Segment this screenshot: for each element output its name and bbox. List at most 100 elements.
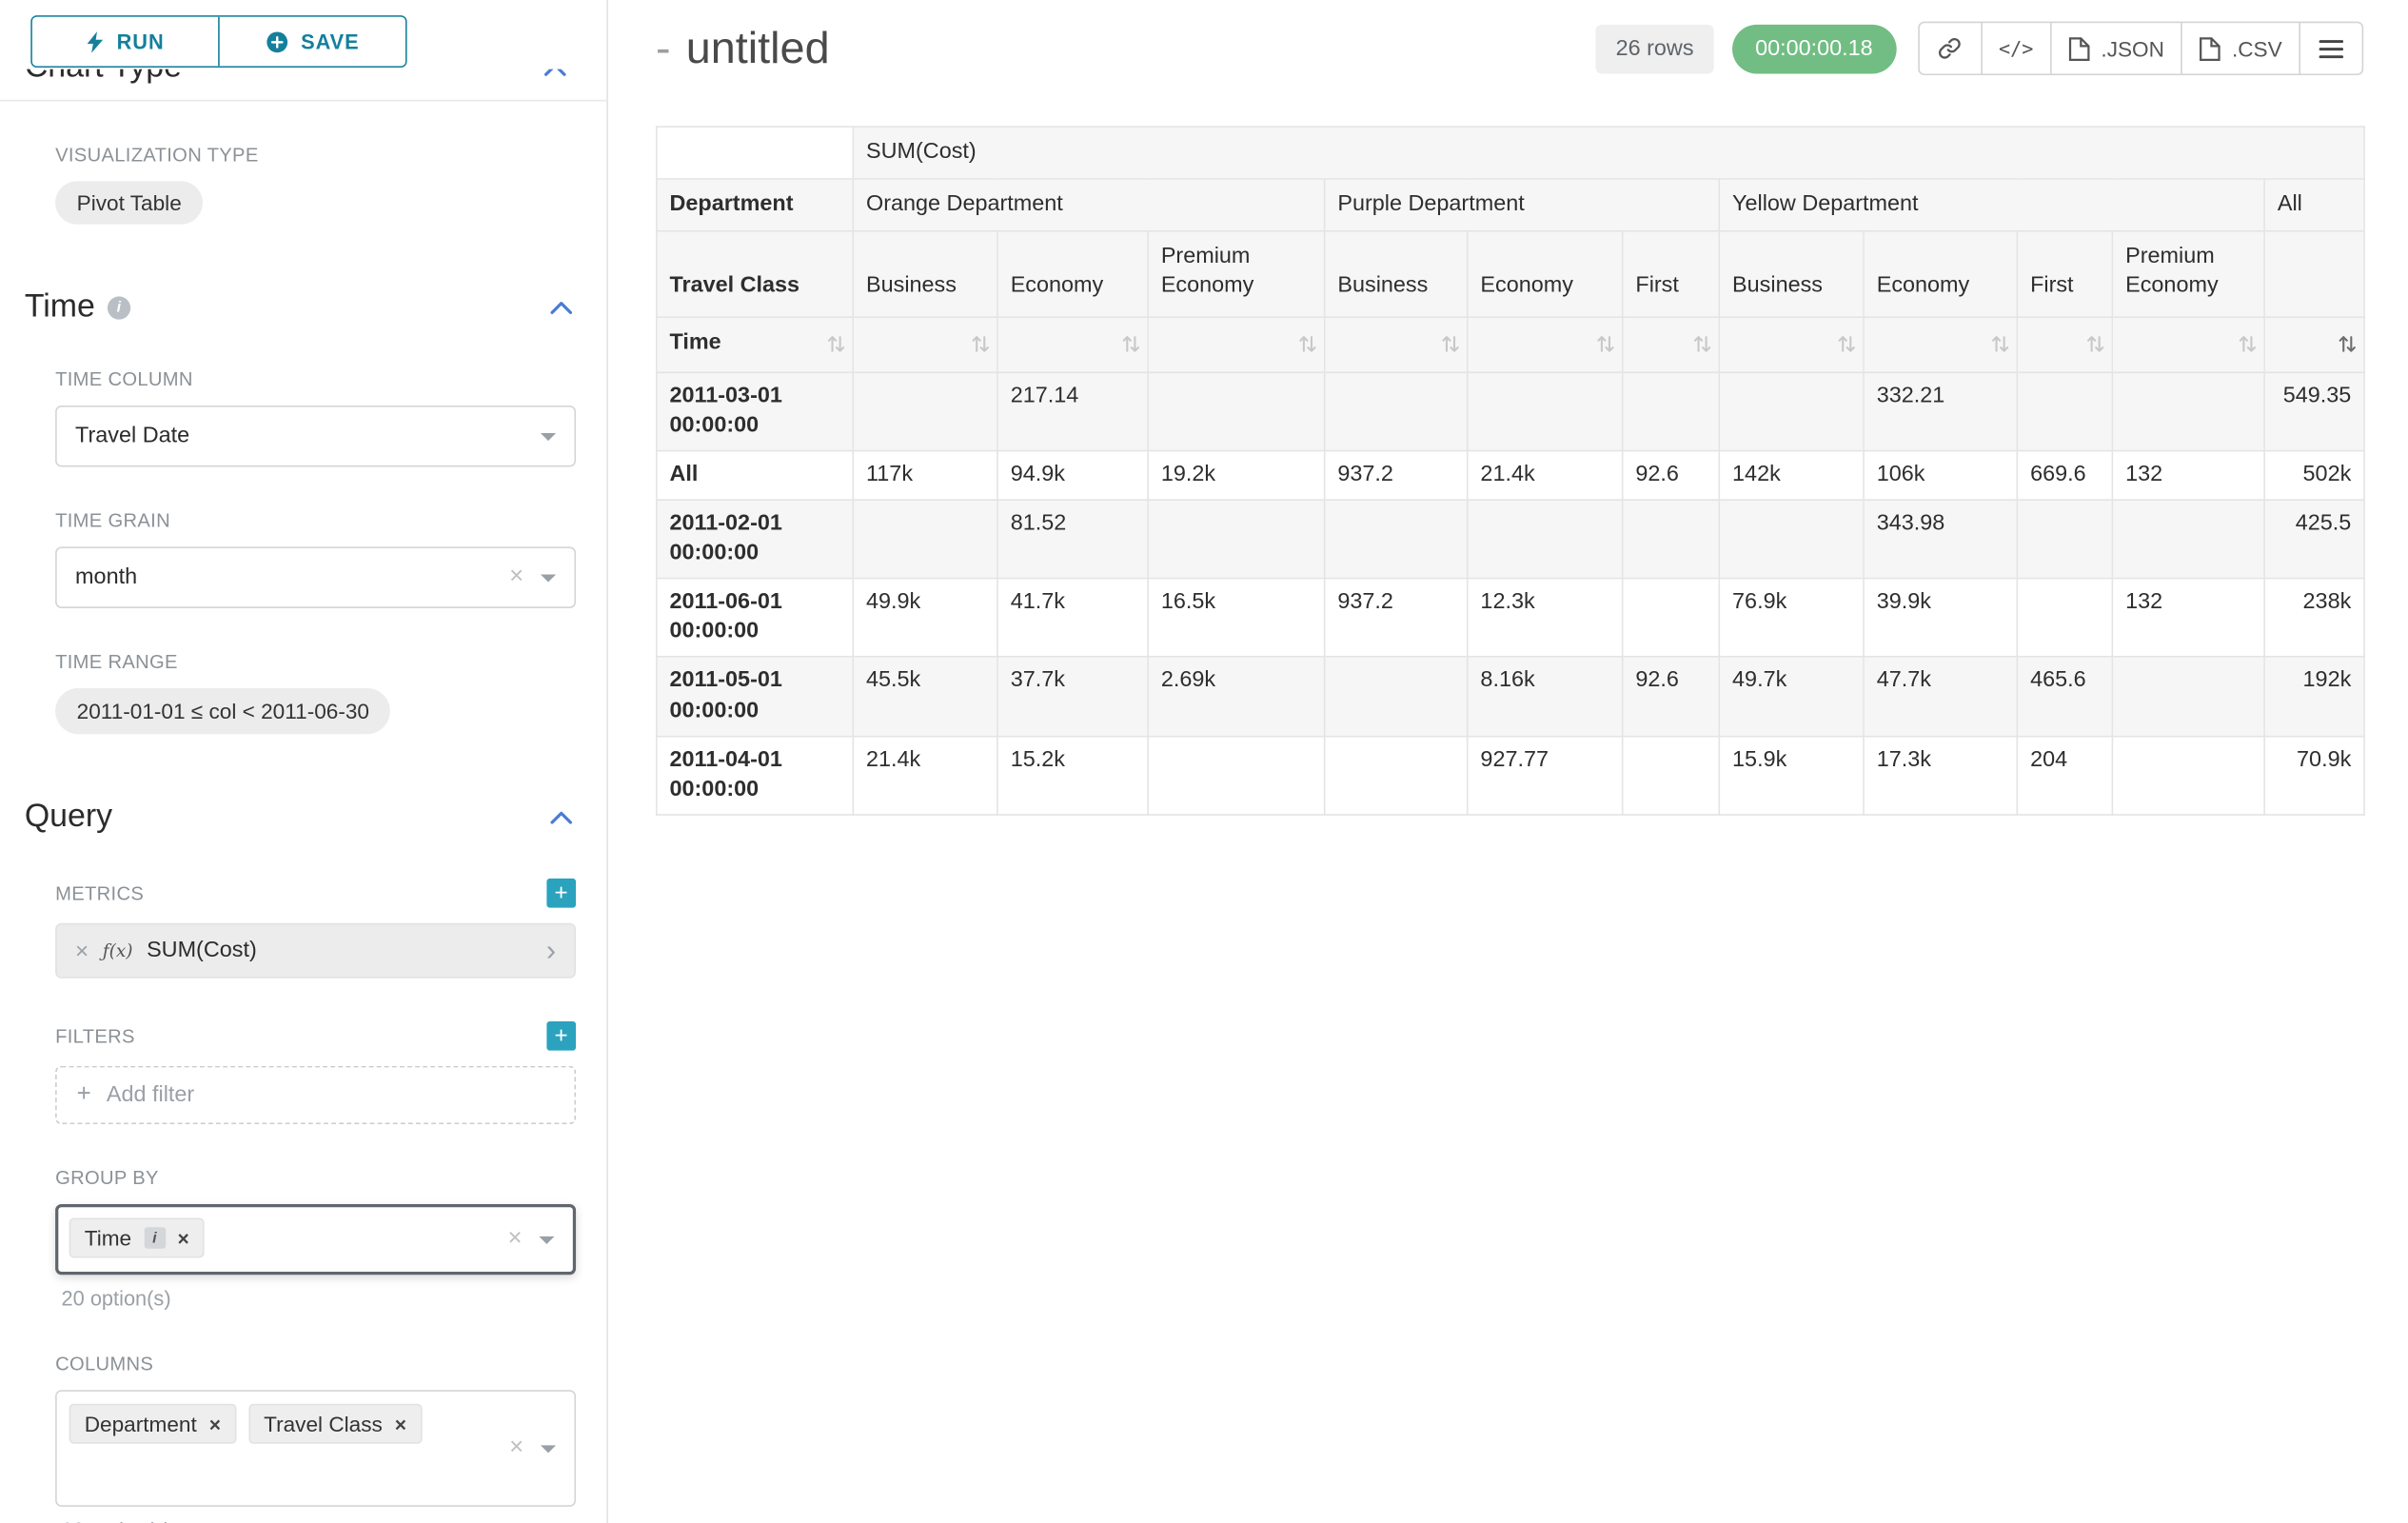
sort-icon[interactable] <box>1990 334 2010 354</box>
value-cell: 39.9k <box>1864 579 2017 658</box>
row-dimension-header[interactable]: Time <box>657 316 854 371</box>
value-cell: 204 <box>2017 736 2112 815</box>
add-filter-button[interactable]: + Add filter <box>55 1066 576 1124</box>
group-by-label-text: GROUP BY <box>55 1167 159 1189</box>
remove-tag-icon[interactable]: × <box>395 1413 406 1435</box>
remove-tag-icon[interactable]: × <box>209 1413 221 1435</box>
save-button-label: SAVE <box>301 30 360 52</box>
row-header: 2011-02-01 00:00:00 <box>657 500 854 579</box>
sort-icon[interactable] <box>2238 334 2258 354</box>
subcolumn-header <box>2264 231 2364 316</box>
main-panel: -untitled 26 rows 00:00:00.18 </> <box>608 0 2408 1523</box>
row-header: 2011-03-01 00:00:00 <box>657 371 854 450</box>
sort-column-header[interactable] <box>2017 316 2112 371</box>
sort-icon[interactable] <box>1837 334 1857 354</box>
sort-icon[interactable] <box>971 334 991 354</box>
value-cell: 12.3k <box>1468 579 1623 658</box>
chevron-down-icon <box>541 574 556 582</box>
value-cell: 549.35 <box>2264 371 2364 450</box>
value-cell: 92.6 <box>1623 450 1720 500</box>
visualization-type-value[interactable]: Pivot Table <box>55 181 203 224</box>
chevron-up-icon[interactable] <box>550 810 573 824</box>
value-cell: 465.6 <box>2017 657 2112 736</box>
metric-item[interactable]: × ƒ(x) SUM(Cost) › <box>55 923 576 979</box>
sort-column-header[interactable] <box>2264 316 2364 371</box>
clear-icon[interactable]: × <box>508 1227 523 1252</box>
group-by-select[interactable]: Time i × × <box>55 1204 576 1275</box>
pivot-table: SUM(Cost)DepartmentOrange DepartmentPurp… <box>656 126 2365 815</box>
sort-icon[interactable] <box>1595 334 1615 354</box>
pivot-row: All117k94.9k19.2k937.221.4k92.6142k106k6… <box>657 450 2364 500</box>
chart-title-dash: - <box>656 25 671 74</box>
time-section-header[interactable]: Time i <box>25 288 573 326</box>
add-filter-plus-button[interactable]: + <box>546 1021 576 1051</box>
clear-icon[interactable]: × <box>509 1436 523 1461</box>
sort-column-header[interactable] <box>997 316 1148 371</box>
query-section-header[interactable]: Query <box>25 799 573 836</box>
chevron-down-icon[interactable] <box>539 1236 554 1243</box>
time-grain-select[interactable]: month × <box>55 546 576 608</box>
time-range-value[interactable]: 2011-01-01 ≤ col < 2011-06-30 <box>55 688 391 734</box>
filters-label-text: FILTERS <box>55 1025 135 1047</box>
export-csv-button[interactable]: .CSV <box>2181 22 2300 75</box>
remove-metric-icon[interactable]: × <box>75 938 89 963</box>
group-by-tag[interactable]: Time i × <box>69 1218 205 1258</box>
menu-button[interactable] <box>2299 22 2363 75</box>
columns-options-hint: 19 option(s) <box>62 1519 577 1523</box>
value-cell: 132 <box>2112 450 2264 500</box>
value-cell <box>1623 579 1720 658</box>
code-icon: </> <box>1999 37 2033 60</box>
plus-circle-icon <box>266 30 288 52</box>
corner-cell <box>657 127 854 179</box>
sort-icon[interactable] <box>2338 334 2358 354</box>
columns-tag[interactable]: Travel Class × <box>248 1404 422 1444</box>
time-grain-label: TIME GRAIN <box>55 510 576 532</box>
sort-column-header[interactable] <box>1623 316 1720 371</box>
value-cell: 117k <box>853 450 997 500</box>
tag-label: Travel Class <box>264 1412 383 1436</box>
save-button[interactable]: SAVE <box>218 17 405 67</box>
sort-column-header[interactable] <box>1468 316 1623 371</box>
sort-column-header[interactable] <box>853 316 997 371</box>
sort-icon[interactable] <box>1440 334 1460 354</box>
value-cell <box>2017 579 2112 658</box>
columns-select[interactable]: Department × Travel Class × × <box>55 1390 576 1507</box>
sort-icon[interactable] <box>2085 334 2105 354</box>
sort-column-header[interactable] <box>2112 316 2264 371</box>
value-cell: 49.9k <box>853 579 997 658</box>
subcolumn-header: First <box>2017 231 2112 316</box>
sort-icon[interactable] <box>1297 334 1317 354</box>
export-json-button[interactable]: .JSON <box>2050 22 2182 75</box>
chevron-up-icon[interactable] <box>550 300 573 314</box>
sort-column-header[interactable] <box>1325 316 1468 371</box>
sort-column-header[interactable] <box>1719 316 1864 371</box>
sort-icon[interactable] <box>826 334 846 354</box>
clear-icon[interactable]: × <box>509 565 523 590</box>
copy-link-button[interactable] <box>1917 22 1982 75</box>
chart-title[interactable]: -untitled <box>656 25 830 75</box>
time-column-label-text: TIME COLUMN <box>55 368 193 390</box>
sort-icon[interactable] <box>1121 334 1141 354</box>
chevron-down-icon[interactable] <box>541 1445 556 1453</box>
value-cell <box>1623 500 1720 579</box>
lightning-icon <box>86 30 104 52</box>
column-dimension2-label: Travel Class <box>657 231 854 316</box>
value-cell: 21.4k <box>853 736 997 815</box>
chevron-up-icon[interactable] <box>543 69 566 77</box>
sort-column-header[interactable] <box>1148 316 1325 371</box>
value-cell <box>1148 500 1325 579</box>
pivot-row: 2011-06-01 00:00:0049.9k41.7k16.5k937.21… <box>657 579 2364 658</box>
columns-label: COLUMNS <box>55 1354 576 1375</box>
embed-code-button[interactable]: </> <box>1981 22 2052 75</box>
value-cell: 41.7k <box>997 579 1148 658</box>
sort-column-header[interactable] <box>1864 316 2017 371</box>
time-column-select[interactable]: Travel Date <box>55 405 576 467</box>
run-button[interactable]: RUN <box>32 17 218 67</box>
sort-icon[interactable] <box>1692 334 1712 354</box>
add-metric-button[interactable]: + <box>546 879 576 908</box>
function-icon: ƒ(x) <box>103 940 133 961</box>
group-header-row: DepartmentOrange DepartmentPurple Depart… <box>657 179 2364 231</box>
chart-header-actions: 26 rows 00:00:00.18 </> <box>1596 22 2364 75</box>
columns-tag[interactable]: Department × <box>69 1404 236 1444</box>
remove-tag-icon[interactable]: × <box>178 1226 189 1249</box>
